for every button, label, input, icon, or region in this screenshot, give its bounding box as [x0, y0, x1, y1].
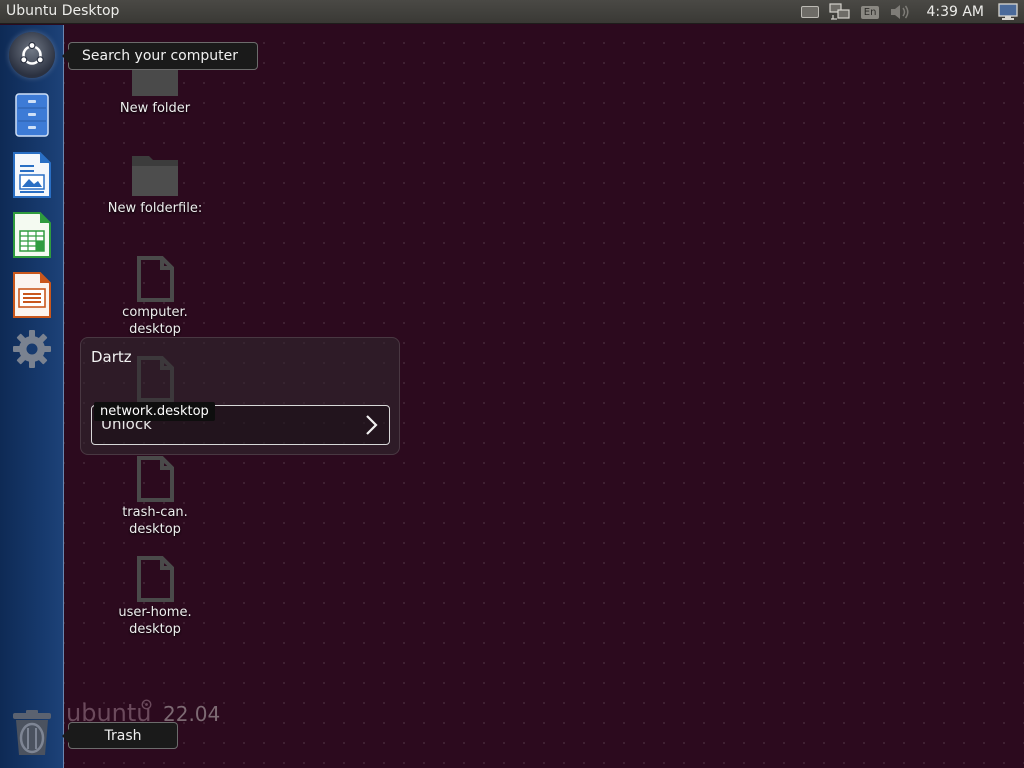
calc-spreadsheet-icon	[13, 212, 51, 258]
launcher	[0, 25, 64, 768]
launcher-settings[interactable]	[8, 325, 56, 373]
desktop-icon-label: New folder	[119, 101, 191, 116]
desktop-icon-computer-desktop[interactable]: computer. desktop	[100, 256, 210, 338]
network-icon[interactable]	[824, 0, 856, 24]
desktop-icon-label: computer. desktop	[122, 305, 188, 337]
network-desktop-label: network.desktop	[94, 402, 215, 421]
language-label: En	[860, 5, 880, 19]
unlock-panel: Dartz Unlock	[80, 337, 400, 455]
volume-icon[interactable]	[884, 0, 916, 24]
desktop-icon-label: New folderfile:	[107, 201, 203, 216]
impress-presentation-icon	[13, 272, 51, 318]
launcher-calc[interactable]	[8, 211, 56, 259]
dash-button[interactable]	[8, 31, 56, 79]
file-icon	[137, 556, 174, 602]
file-cabinet-icon	[15, 93, 49, 137]
folder-icon	[132, 156, 178, 196]
trash-bin-icon	[13, 710, 51, 755]
desktop-icon-user-home-desktop[interactable]: user-home. desktop	[100, 556, 210, 638]
session-icon[interactable]	[992, 0, 1024, 24]
panel-title: Ubuntu Desktop	[6, 3, 120, 19]
trash-tooltip: Trash	[62, 722, 178, 749]
launcher-files[interactable]	[8, 91, 56, 139]
file-icon	[137, 256, 174, 302]
desktop-icon-trash-can-desktop[interactable]: trash-can. desktop	[100, 456, 210, 538]
desktop-icon-label: trash-can. desktop	[122, 505, 188, 537]
language-indicator[interactable]: En	[856, 0, 885, 24]
ubuntu-circle-of-friends-icon	[141, 699, 152, 710]
trash-tooltip-text: Trash	[104, 727, 142, 744]
chevron-right-icon[interactable]	[361, 413, 381, 437]
ubuntu-logo-icon	[20, 41, 44, 65]
search-tooltip-text: Search your computer	[82, 48, 238, 64]
launcher-trash[interactable]	[8, 709, 56, 757]
gear-icon	[13, 330, 51, 368]
user-name: Dartz	[91, 348, 132, 366]
launcher-writer[interactable]	[8, 151, 56, 199]
launcher-impress[interactable]	[8, 271, 56, 319]
writer-document-icon	[13, 152, 51, 198]
desktop-icon-new-folderfile[interactable]: New folderfile:	[100, 154, 210, 217]
indicator-area: En 4:39 AM	[796, 0, 1024, 24]
desktop-icon-label: user-home. desktop	[118, 605, 192, 637]
top-panel: Ubuntu Desktop En 4:39 AM	[0, 0, 1024, 24]
clock[interactable]: 4:39 AM	[916, 4, 992, 20]
keyboard-icon[interactable]	[796, 0, 824, 24]
file-icon	[137, 456, 174, 502]
search-tooltip: Search your computer	[62, 42, 258, 70]
